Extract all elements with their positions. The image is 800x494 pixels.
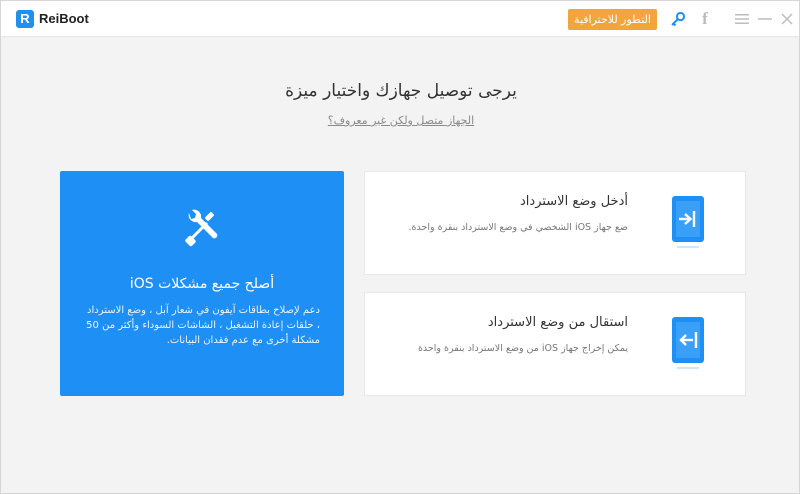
- page-title: يرجى توصيل جهازك واختيار ميزة: [285, 81, 517, 101]
- enter-recovery-description: ضع جهاز iOS الشخصي في وضع الاسترداد بنقر…: [408, 222, 629, 233]
- exit-recovery-icon: [672, 317, 704, 369]
- exit-recovery-title: استقال من وضع الاسترداد: [487, 315, 628, 330]
- device-not-recognized-link[interactable]: الجهاز متصل ولكن غير معروف؟: [1, 114, 800, 127]
- minimize-icon[interactable]: [755, 9, 775, 29]
- reiboot-logo-icon: R: [16, 10, 34, 28]
- enter-recovery-mode-card[interactable]: أدخل وضع الاسترداد ضع جهاز iOS الشخصي في…: [364, 171, 746, 275]
- key-icon[interactable]: [668, 9, 688, 29]
- tools-icon: [185, 209, 218, 247]
- fix-all-ios-issues-card[interactable]: أصلح جميع مشكلات iOS دعم لإصلاح بطاقات آ…: [60, 171, 344, 396]
- enter-recovery-title: أدخل وضع الاسترداد: [520, 194, 628, 209]
- upgrade-pro-button[interactable]: التطور للاحترافية: [568, 9, 657, 30]
- menu-icon[interactable]: [732, 9, 752, 29]
- fix-all-description: دعم لإصلاح بطاقات آيفون في شعار آبل ، وض…: [86, 305, 320, 346]
- exit-recovery-description: يمكن إخراج جهاز iOS من وضع الاسترداد بنق…: [417, 343, 628, 354]
- close-icon[interactable]: [777, 9, 797, 29]
- fix-all-title: أصلح جميع مشكلات iOS: [129, 276, 275, 292]
- enter-recovery-icon: [672, 196, 704, 248]
- title-bar: R ReiBoot التطور للاحترافية f: [1, 1, 799, 37]
- exit-recovery-mode-card[interactable]: استقال من وضع الاسترداد يمكن إخراج جهاز …: [364, 292, 746, 396]
- facebook-icon[interactable]: f: [695, 9, 715, 29]
- app-window: R ReiBoot التطور للاحترافية f يرجى توصيل…: [0, 0, 800, 494]
- app-name: ReiBoot: [39, 11, 89, 26]
